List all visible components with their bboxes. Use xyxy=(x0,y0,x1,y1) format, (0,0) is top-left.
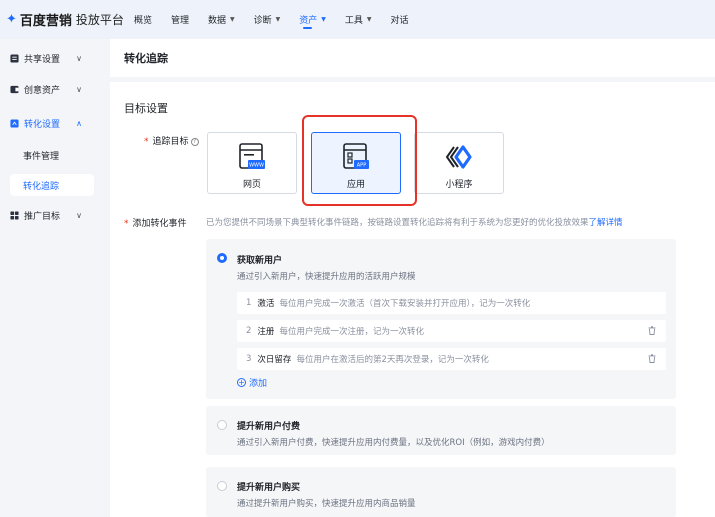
learn-more-link[interactable]: 了解详情 xyxy=(589,218,623,228)
caret-down-icon: ▼ xyxy=(321,16,326,23)
platform-name: 投放平台 xyxy=(75,13,124,27)
target-card-app[interactable]: APP 应用 xyxy=(311,132,401,194)
sidebar-group-promotion-goals[interactable]: 推广目标 ∨ xyxy=(10,205,102,225)
trash-icon[interactable] xyxy=(648,354,656,363)
logo[interactable]: ✦ 百度营销 投放平台 xyxy=(6,10,124,29)
target-card-web-label: 网页 xyxy=(242,180,261,190)
required-mark: * xyxy=(124,219,129,229)
app-icon: APP xyxy=(343,143,369,169)
track-target-label: * 追踪目标? xyxy=(144,134,199,147)
goal-desc: 通过引入新用户，快速提升应用的活跃用户规模 xyxy=(237,272,416,282)
section-title: 目标设置 xyxy=(124,102,168,115)
goal-title: 获取新用户 xyxy=(237,256,283,266)
page-header: 转化追踪 xyxy=(110,39,715,77)
target-card-web[interactable]: WWW 网页 xyxy=(207,132,297,194)
target-card-mini-program-label: 小程序 xyxy=(445,180,473,190)
caret-down-icon: ▼ xyxy=(229,16,235,23)
goal-option-new-user-purchase[interactable]: 提升新用户购买 通过提升新用户购买，快速提升应用内商品销量 xyxy=(206,467,676,517)
grid-icon xyxy=(10,210,19,220)
goal-title: 提升新用户购买 xyxy=(237,483,301,493)
nav-manage[interactable]: 管理 xyxy=(171,0,189,39)
add-step-button[interactable]: + 添加 xyxy=(237,376,267,389)
sidebar-group-conversion-settings[interactable]: 转化设置 ∧ xyxy=(10,113,102,133)
step-row-register: 2 注册 每位用户完成一次注册，记为一次转化 xyxy=(237,320,666,342)
creative-asset-icon xyxy=(10,85,19,93)
step-row-activation: 1 激活 每位用户完成一次激活（首次下载安装并打开应用），记为一次转化 xyxy=(237,292,666,314)
plus-circle-icon: + xyxy=(237,378,246,387)
chevron-down-icon: ∨ xyxy=(76,53,82,63)
goal-title: 提升新用户付费 xyxy=(237,422,301,432)
radio-new-user-purchase[interactable] xyxy=(217,481,227,491)
radio-new-user-payment[interactable] xyxy=(217,420,227,430)
required-mark: * xyxy=(144,137,149,147)
mini-program-icon xyxy=(445,145,472,169)
goal-option-new-users[interactable]: 获取新用户 通过引入新用户，快速提升应用的活跃用户规模 1 激活 每位用户完成一… xyxy=(206,239,676,399)
web-page-icon: WWW xyxy=(239,143,265,169)
add-event-label: * 添加转化事件 xyxy=(124,219,187,229)
sidebar-group-creative-assets[interactable]: 创意资产 ∨ xyxy=(10,79,102,99)
web-badge-text: WWW xyxy=(249,163,264,169)
nav-chat[interactable]: 对话 xyxy=(391,0,409,39)
caret-down-icon: ▼ xyxy=(366,16,372,23)
conversion-settings-icon xyxy=(10,118,19,128)
nav-overview[interactable]: 概览 xyxy=(134,0,152,39)
caret-down-icon: ▼ xyxy=(275,16,281,23)
nav-assets[interactable]: 资产 ▼ xyxy=(299,0,326,39)
main-content: 目标设置 * 追踪目标? WWW 网页 APP 应用 小程序 * 添加转化事件 … xyxy=(110,82,715,517)
nav-diagnose[interactable]: 诊断 ▼ xyxy=(254,0,281,39)
event-hint: 已为您提供不同场景下典型转化事件链路，按链路设置转化追踪将有利于系统为您更好的优… xyxy=(206,218,623,228)
target-card-mini-program[interactable]: 小程序 xyxy=(414,132,504,194)
chevron-up-icon: ∧ xyxy=(76,118,82,128)
nav-tools[interactable]: 工具 ▼ xyxy=(345,0,372,39)
chevron-down-icon: ∨ xyxy=(76,210,82,220)
page-title: 转化追踪 xyxy=(124,52,168,65)
app-badge-text: APP xyxy=(357,163,366,169)
sidebar-group-shared-settings[interactable]: 共享设置 ∨ xyxy=(10,48,102,68)
sidebar-item-conversion-tracking[interactable]: 转化追踪 xyxy=(10,174,94,196)
radio-new-users[interactable] xyxy=(217,253,227,263)
trash-icon[interactable] xyxy=(648,326,656,335)
sidebar-item-event-management[interactable]: 事件管理 xyxy=(10,144,94,166)
goal-desc: 通过引入新用户付费，快速提升应用内付费量，以及优化ROI（例如，游戏内付费） xyxy=(237,438,550,448)
sidebar: 共享设置 ∨ 创意资产 ∨ 转化设置 ∧ 事件管理 转化追踪 推广目标 ∨ xyxy=(0,39,110,517)
brand-name: 百度营销 xyxy=(19,14,72,29)
step-row-next-day-retention: 3 次日留存 每位用户在激活后的第2天再次登录，记为一次转化 xyxy=(237,348,666,370)
main-nav: 概览 管理 数据 ▼ 诊断 ▼ 资产 ▼ 工具 ▼ 对话 xyxy=(134,0,428,39)
chevron-down-icon: ∨ xyxy=(76,84,82,94)
help-icon[interactable]: ? xyxy=(190,137,199,146)
top-bar: ✦ 百度营销 投放平台 概览 管理 数据 ▼ 诊断 ▼ 资产 ▼ 工具 ▼ 对话 xyxy=(0,0,715,39)
goal-option-new-user-payment[interactable]: 提升新用户付费 通过引入新用户付费，快速提升应用内付费量，以及优化ROI（例如，… xyxy=(206,406,676,455)
goal-desc: 通过提升新用户购买，快速提升应用内商品销量 xyxy=(237,499,416,509)
share-settings-icon xyxy=(10,53,19,63)
nav-data[interactable]: 数据 ▼ xyxy=(208,0,235,39)
target-card-app-label: 应用 xyxy=(346,180,365,190)
baidu-paw-icon: ✦ xyxy=(6,12,17,27)
